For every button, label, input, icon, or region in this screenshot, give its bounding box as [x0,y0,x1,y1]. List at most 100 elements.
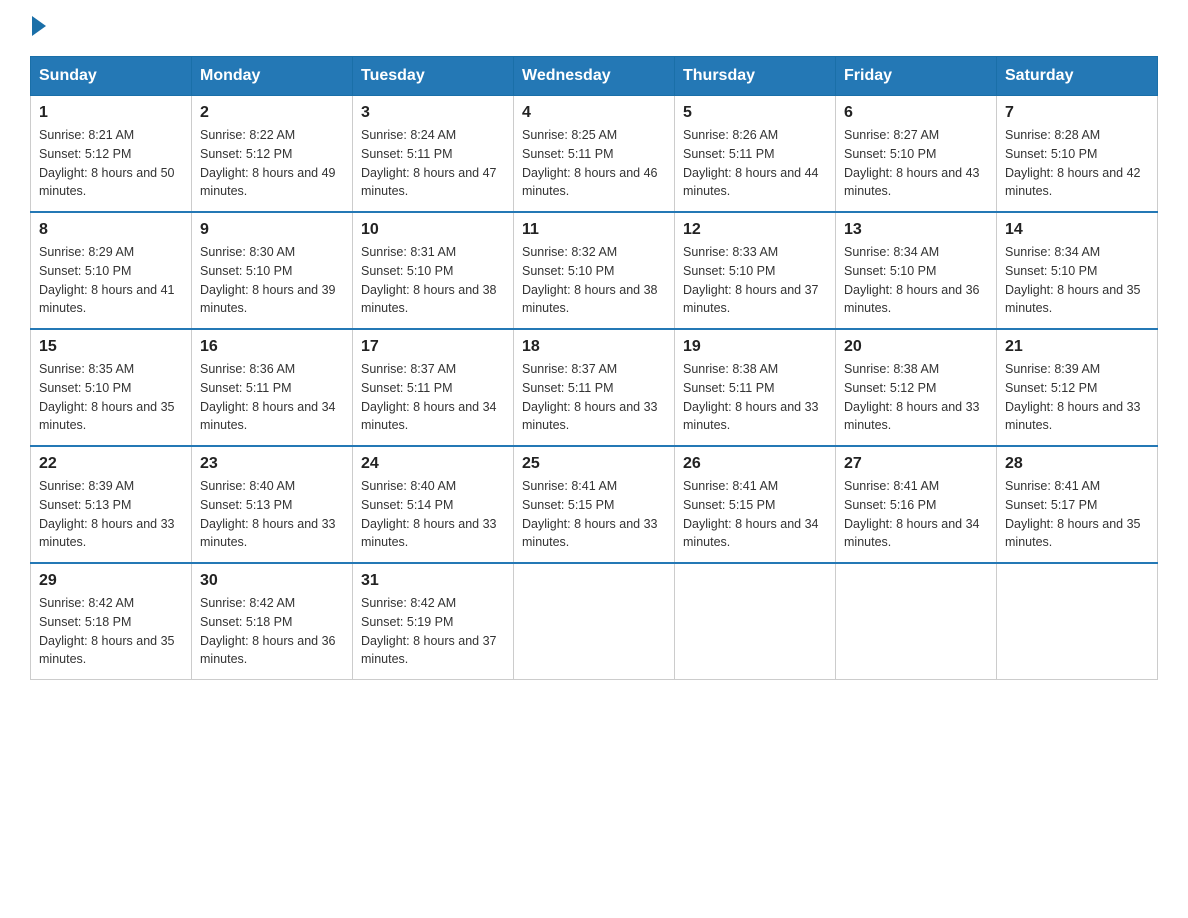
calendar-cell: 18 Sunrise: 8:37 AMSunset: 5:11 PMDayligh… [514,329,675,446]
logo [30,20,46,36]
day-info: Sunrise: 8:30 AMSunset: 5:10 PMDaylight:… [200,243,344,318]
calendar-cell: 17 Sunrise: 8:37 AMSunset: 5:11 PMDayligh… [353,329,514,446]
calendar-header-saturday: Saturday [997,57,1158,96]
page-header [30,20,1158,36]
day-number: 5 [683,104,827,122]
day-number: 9 [200,221,344,239]
day-number: 20 [844,338,988,356]
day-number: 30 [200,572,344,590]
day-number: 22 [39,455,183,473]
calendar-week-row: 15 Sunrise: 8:35 AMSunset: 5:10 PMDayligh… [31,329,1158,446]
day-number: 15 [39,338,183,356]
day-info: Sunrise: 8:33 AMSunset: 5:10 PMDaylight:… [683,243,827,318]
calendar-cell: 31 Sunrise: 8:42 AMSunset: 5:19 PMDayligh… [353,563,514,680]
calendar-cell: 19 Sunrise: 8:38 AMSunset: 5:11 PMDayligh… [675,329,836,446]
day-number: 1 [39,104,183,122]
logo-arrow-icon [32,16,46,36]
day-number: 19 [683,338,827,356]
day-number: 23 [200,455,344,473]
day-number: 31 [361,572,505,590]
day-info: Sunrise: 8:37 AMSunset: 5:11 PMDaylight:… [522,360,666,435]
day-info: Sunrise: 8:27 AMSunset: 5:10 PMDaylight:… [844,126,988,201]
day-number: 14 [1005,221,1149,239]
calendar-cell: 24 Sunrise: 8:40 AMSunset: 5:14 PMDayligh… [353,446,514,563]
day-info: Sunrise: 8:40 AMSunset: 5:14 PMDaylight:… [361,477,505,552]
day-info: Sunrise: 8:41 AMSunset: 5:15 PMDaylight:… [683,477,827,552]
calendar-cell: 11 Sunrise: 8:32 AMSunset: 5:10 PMDayligh… [514,212,675,329]
calendar-cell: 16 Sunrise: 8:36 AMSunset: 5:11 PMDayligh… [192,329,353,446]
day-info: Sunrise: 8:22 AMSunset: 5:12 PMDaylight:… [200,126,344,201]
day-number: 11 [522,221,666,239]
calendar-table: SundayMondayTuesdayWednesdayThursdayFrid… [30,56,1158,680]
calendar-cell: 5 Sunrise: 8:26 AMSunset: 5:11 PMDaylight… [675,96,836,213]
day-info: Sunrise: 8:41 AMSunset: 5:16 PMDaylight:… [844,477,988,552]
day-number: 2 [200,104,344,122]
day-number: 4 [522,104,666,122]
day-info: Sunrise: 8:28 AMSunset: 5:10 PMDaylight:… [1005,126,1149,201]
day-info: Sunrise: 8:34 AMSunset: 5:10 PMDaylight:… [844,243,988,318]
day-info: Sunrise: 8:39 AMSunset: 5:13 PMDaylight:… [39,477,183,552]
day-info: Sunrise: 8:34 AMSunset: 5:10 PMDaylight:… [1005,243,1149,318]
day-info: Sunrise: 8:42 AMSunset: 5:18 PMDaylight:… [39,594,183,669]
day-number: 16 [200,338,344,356]
calendar-cell: 23Sunrise: 8:40 AMSunset: 5:13 PMDayligh… [192,446,353,563]
day-number: 28 [1005,455,1149,473]
calendar-header-friday: Friday [836,57,997,96]
calendar-cell [514,563,675,680]
day-number: 7 [1005,104,1149,122]
day-info: Sunrise: 8:35 AMSunset: 5:10 PMDaylight:… [39,360,183,435]
calendar-week-row: 8Sunrise: 8:29 AMSunset: 5:10 PMDaylight… [31,212,1158,329]
day-info: Sunrise: 8:38 AMSunset: 5:11 PMDaylight:… [683,360,827,435]
calendar-cell: 20 Sunrise: 8:38 AMSunset: 5:12 PMDayligh… [836,329,997,446]
day-number: 18 [522,338,666,356]
day-number: 29 [39,572,183,590]
day-number: 26 [683,455,827,473]
day-info: Sunrise: 8:24 AMSunset: 5:11 PMDaylight:… [361,126,505,201]
calendar-cell [836,563,997,680]
calendar-cell: 26 Sunrise: 8:41 AMSunset: 5:15 PMDayligh… [675,446,836,563]
day-info: Sunrise: 8:42 AMSunset: 5:19 PMDaylight:… [361,594,505,669]
calendar-cell: 14 Sunrise: 8:34 AMSunset: 5:10 PMDayligh… [997,212,1158,329]
logo-blue-part [30,20,46,36]
day-number: 10 [361,221,505,239]
day-info: Sunrise: 8:32 AMSunset: 5:10 PMDaylight:… [522,243,666,318]
day-number: 24 [361,455,505,473]
day-info: Sunrise: 8:21 AMSunset: 5:12 PMDaylight:… [39,126,183,201]
day-info: Sunrise: 8:25 AMSunset: 5:11 PMDaylight:… [522,126,666,201]
calendar-header-monday: Monday [192,57,353,96]
day-info: Sunrise: 8:42 AMSunset: 5:18 PMDaylight:… [200,594,344,669]
calendar-cell: 7 Sunrise: 8:28 AMSunset: 5:10 PMDaylight… [997,96,1158,213]
calendar-cell [997,563,1158,680]
calendar-cell: 25 Sunrise: 8:41 AMSunset: 5:15 PMDayligh… [514,446,675,563]
day-number: 3 [361,104,505,122]
calendar-cell: 2 Sunrise: 8:22 AMSunset: 5:12 PMDaylight… [192,96,353,213]
calendar-cell: 30 Sunrise: 8:42 AMSunset: 5:18 PMDayligh… [192,563,353,680]
calendar-cell: 4 Sunrise: 8:25 AMSunset: 5:11 PMDaylight… [514,96,675,213]
calendar-header-row: SundayMondayTuesdayWednesdayThursdayFrid… [31,57,1158,96]
day-number: 25 [522,455,666,473]
calendar-cell: 1 Sunrise: 8:21 AMSunset: 5:12 PMDaylight… [31,96,192,213]
day-info: Sunrise: 8:36 AMSunset: 5:11 PMDaylight:… [200,360,344,435]
day-info: Sunrise: 8:31 AMSunset: 5:10 PMDaylight:… [361,243,505,318]
calendar-header-wednesday: Wednesday [514,57,675,96]
calendar-cell [675,563,836,680]
calendar-cell: 29 Sunrise: 8:42 AMSunset: 5:18 PMDayligh… [31,563,192,680]
day-number: 12 [683,221,827,239]
day-info: Sunrise: 8:38 AMSunset: 5:12 PMDaylight:… [844,360,988,435]
day-number: 17 [361,338,505,356]
calendar-week-row: 1 Sunrise: 8:21 AMSunset: 5:12 PMDaylight… [31,96,1158,213]
calendar-cell: 12 Sunrise: 8:33 AMSunset: 5:10 PMDayligh… [675,212,836,329]
calendar-header-sunday: Sunday [31,57,192,96]
calendar-cell: 21Sunrise: 8:39 AMSunset: 5:12 PMDayligh… [997,329,1158,446]
day-info: Sunrise: 8:37 AMSunset: 5:11 PMDaylight:… [361,360,505,435]
calendar-cell: 15 Sunrise: 8:35 AMSunset: 5:10 PMDayligh… [31,329,192,446]
day-number: 13 [844,221,988,239]
calendar-cell: 22 Sunrise: 8:39 AMSunset: 5:13 PMDayligh… [31,446,192,563]
calendar-week-row: 29 Sunrise: 8:42 AMSunset: 5:18 PMDayligh… [31,563,1158,680]
day-number: 27 [844,455,988,473]
calendar-cell: 28Sunrise: 8:41 AMSunset: 5:17 PMDayligh… [997,446,1158,563]
day-info: Sunrise: 8:41 AMSunset: 5:15 PMDaylight:… [522,477,666,552]
calendar-cell: 9 Sunrise: 8:30 AMSunset: 5:10 PMDaylight… [192,212,353,329]
day-info: Sunrise: 8:26 AMSunset: 5:11 PMDaylight:… [683,126,827,201]
calendar-cell: 27 Sunrise: 8:41 AMSunset: 5:16 PMDayligh… [836,446,997,563]
